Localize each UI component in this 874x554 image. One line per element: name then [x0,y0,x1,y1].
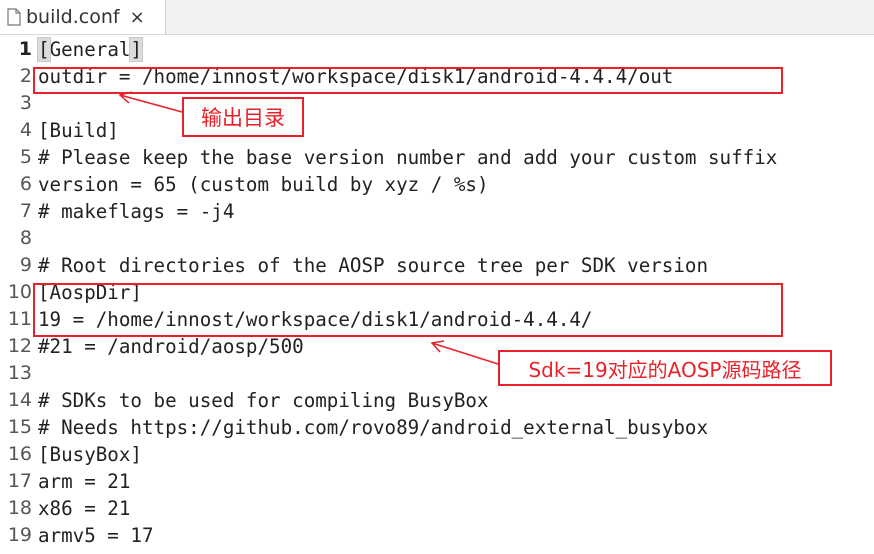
line-code: # SDKs to be used for compiling BusyBox [38,389,489,412]
line-number: 15 [7,416,32,438]
editor-line[interactable]: 11 19 = /home/innost/workspace/disk1/andr… [0,306,874,333]
editor-line[interactable]: 9 # Root directories of the AOSP source t… [0,252,874,279]
outdir-callout: 输出目录 [182,97,304,137]
line-number: 14 [7,389,32,411]
line-number: 10 [7,281,32,303]
line-code: x86 = 21 [38,497,131,520]
line-code: 19 = /home/innost/workspace/disk1/androi… [38,308,593,331]
line-number: 12 [7,335,32,357]
line-code: # makeflags = -j4 [38,200,235,223]
line-code: # Please keep the base version number an… [38,146,778,169]
line-number: 9 [19,254,32,276]
editor-line[interactable]: 14 # SDKs to be used for compiling BusyBo… [0,387,874,414]
line-code: version = 65 (custom build by xyz / %s) [38,173,489,196]
section-name: General [49,38,131,61]
code-editor[interactable]: 1 [General] 2 outdir = /home/innost/workspa… [0,36,874,554]
editor-line[interactable]: 19 armv5 = 17 [0,522,874,549]
line-number: 4 [19,119,32,141]
line-number: 17 [7,470,32,492]
editor-line[interactable]: 2 outdir = /home/innost/workspace/disk1/a… [0,63,874,90]
tab-build-conf[interactable]: build.conf × [0,0,166,34]
line-number: 18 [7,497,32,519]
editor-line[interactable]: 4 [Build] [0,117,874,144]
line-number: 8 [19,227,32,249]
line-number: 13 [7,362,32,384]
line-number: 5 [19,146,32,168]
editor-line[interactable]: 15 # Needs https://github.com/rovo89/andr… [0,414,874,441]
line-code: [General] [37,36,143,63]
editor-line[interactable]: 17 arm = 21 [0,468,874,495]
editor-line[interactable]: 18 x86 = 21 [0,495,874,522]
line-number: 19 [7,524,32,546]
editor-line[interactable]: 3 [0,90,874,117]
tab-bar: build.conf × [0,0,874,35]
line-number: 6 [19,173,32,195]
line-number: 1 [18,38,32,60]
aospdir-callout: Sdk=19对应的AOSP源码路径 [498,350,832,386]
line-code: armv5 = 17 [38,524,154,547]
line-code: # Root directories of the AOSP source tr… [38,254,709,277]
line-code: [AospDir] [38,281,142,304]
line-code: arm = 21 [38,470,131,493]
line-code: # Needs https://github.com/rovo89/androi… [38,416,709,439]
matched-bracket-close: ] [129,37,143,62]
tab-close-button[interactable]: × [130,7,145,28]
editor-line[interactable]: 10 [AospDir] [0,279,874,306]
line-code: [Build] [38,119,119,142]
document-icon [6,8,22,26]
line-number: 16 [7,443,32,465]
editor-line[interactable]: 7 # makeflags = -j4 [0,198,874,225]
editor-line[interactable]: 1 [General] [0,36,874,63]
editor-line[interactable]: 6 version = 65 (custom build by xyz / %s) [0,171,874,198]
line-code: #21 = /android/aosp/500 [38,335,304,358]
line-number: 2 [19,65,32,87]
line-number: 11 [7,308,32,330]
tab-title: build.conf [26,6,120,28]
line-code: outdir = /home/innost/workspace/disk1/an… [38,65,674,88]
editor-line[interactable]: 8 [0,225,874,252]
editor-line[interactable]: 16 [BusyBox] [0,441,874,468]
matched-bracket-open: [ [37,37,51,62]
line-number: 7 [19,200,32,222]
editor-line[interactable]: 5 # Please keep the base version number a… [0,144,874,171]
line-code: [BusyBox] [38,443,142,466]
line-number: 3 [19,92,32,114]
